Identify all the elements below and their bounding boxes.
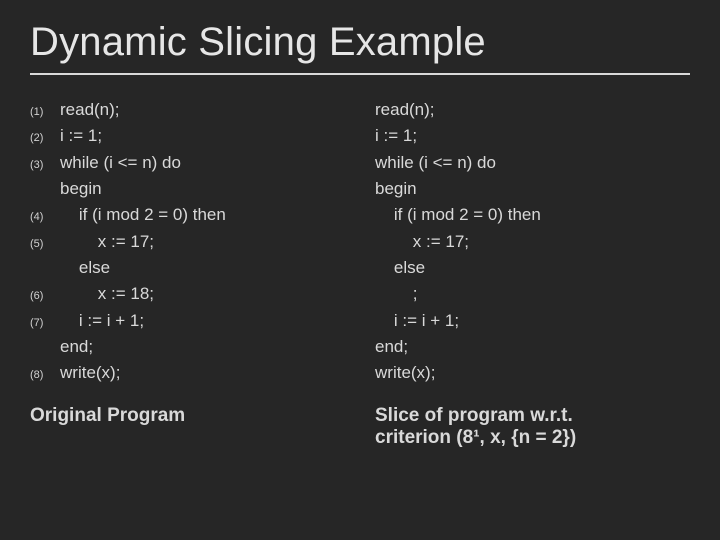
code-line: end; xyxy=(375,334,690,360)
code-line: i := 1; xyxy=(375,123,690,149)
right-caption-line1: Slice of program w.r.t. xyxy=(375,405,690,427)
right-code-block: read(n);i := 1;while (i <= n) dobegin if… xyxy=(375,97,690,387)
slide: Dynamic Slicing Example (1)read(n);(2)i … xyxy=(0,0,720,540)
code-text: else xyxy=(60,255,110,281)
code-text: i := 1; xyxy=(375,123,417,149)
code-line: (7) i := i + 1; xyxy=(30,308,345,334)
code-text: write(x); xyxy=(60,360,120,386)
code-line: begin xyxy=(30,176,345,202)
code-text: read(n); xyxy=(60,97,120,123)
code-line: x := 17; xyxy=(375,229,690,255)
code-line: (2)i := 1; xyxy=(30,123,345,149)
line-number: (4) xyxy=(30,209,60,226)
code-text: if (i mod 2 = 0) then xyxy=(60,202,226,228)
line-number: (6) xyxy=(30,288,60,305)
title-rule xyxy=(30,73,690,75)
code-text: end; xyxy=(375,334,408,360)
code-text: read(n); xyxy=(375,97,435,123)
code-text: write(x); xyxy=(375,360,435,386)
left-caption: Original Program xyxy=(30,405,345,427)
code-line: i := i + 1; xyxy=(375,308,690,334)
code-text: ; xyxy=(375,281,418,307)
right-column: read(n);i := 1;while (i <= n) dobegin if… xyxy=(375,97,690,449)
left-code-block: (1)read(n);(2)i := 1;(3)while (i <= n) d… xyxy=(30,97,345,387)
code-text: x := 17; xyxy=(60,229,154,255)
code-line: ; xyxy=(375,281,690,307)
code-line: (8)write(x); xyxy=(30,360,345,386)
code-line: (1)read(n); xyxy=(30,97,345,123)
code-text: i := 1; xyxy=(60,123,102,149)
code-text: else xyxy=(375,255,425,281)
code-text: if (i mod 2 = 0) then xyxy=(375,202,541,228)
line-number: (1) xyxy=(30,104,60,121)
code-text: begin xyxy=(375,176,417,202)
slide-title: Dynamic Slicing Example xyxy=(30,20,690,65)
left-column: (1)read(n);(2)i := 1;(3)while (i <= n) d… xyxy=(30,97,345,449)
code-line: else xyxy=(375,255,690,281)
code-line: end; xyxy=(30,334,345,360)
code-line: while (i <= n) do xyxy=(375,150,690,176)
code-line: write(x); xyxy=(375,360,690,386)
columns: (1)read(n);(2)i := 1;(3)while (i <= n) d… xyxy=(30,97,690,449)
code-text: end; xyxy=(60,334,93,360)
code-text: x := 18; xyxy=(60,281,154,307)
code-line: if (i mod 2 = 0) then xyxy=(375,202,690,228)
code-line: begin xyxy=(375,176,690,202)
line-number: (5) xyxy=(30,236,60,253)
line-number: (7) xyxy=(30,315,60,332)
code-line: (4) if (i mod 2 = 0) then xyxy=(30,202,345,228)
line-number: (8) xyxy=(30,367,60,384)
code-text: i := i + 1; xyxy=(60,308,144,334)
code-line: (6) x := 18; xyxy=(30,281,345,307)
right-caption-line2: criterion (8¹, x, {n = 2}) xyxy=(375,427,690,449)
code-line: read(n); xyxy=(375,97,690,123)
code-line: (3)while (i <= n) do xyxy=(30,150,345,176)
code-line: else xyxy=(30,255,345,281)
line-number: (2) xyxy=(30,130,60,147)
code-line: (5) x := 17; xyxy=(30,229,345,255)
code-text: x := 17; xyxy=(375,229,469,255)
code-text: begin xyxy=(60,176,102,202)
right-caption: Slice of program w.r.t. criterion (8¹, x… xyxy=(375,405,690,449)
code-text: while (i <= n) do xyxy=(375,150,496,176)
line-number: (3) xyxy=(30,157,60,174)
code-text: i := i + 1; xyxy=(375,308,459,334)
code-text: while (i <= n) do xyxy=(60,150,181,176)
